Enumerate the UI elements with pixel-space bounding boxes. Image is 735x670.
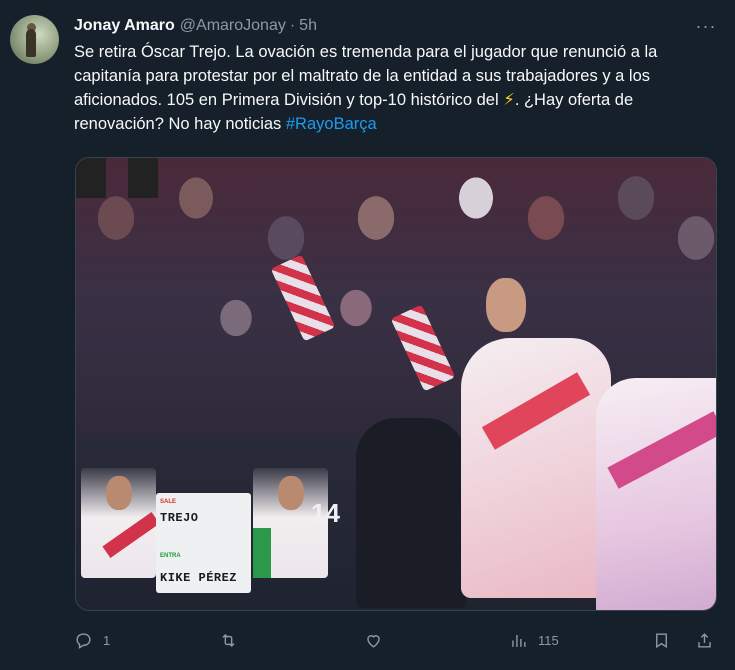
tv-graphic-right: [128, 158, 158, 198]
board-out-name: TREJO: [160, 511, 199, 525]
avatar[interactable]: [10, 15, 59, 64]
header-separator: ·: [289, 17, 296, 34]
views-count: 115: [538, 632, 559, 648]
tweet-actions: 1 115: [74, 627, 719, 653]
views-icon: [512, 634, 526, 647]
bookmark-button[interactable]: [652, 627, 671, 653]
share-button[interactable]: [695, 627, 714, 653]
reply-button[interactable]: 1: [74, 627, 110, 653]
player-card-out: [81, 468, 160, 578]
more-horizontal-icon: ···: [695, 15, 717, 36]
board-out-label: SALE: [160, 499, 177, 505]
board-in-label: ENTRA: [160, 553, 181, 559]
retweet-icon: [222, 633, 235, 647]
like-button[interactable]: [364, 627, 393, 653]
reply-icon: [76, 632, 91, 649]
views-button[interactable]: 115: [509, 627, 559, 653]
author-name[interactable]: Jonay Amaro: [74, 15, 175, 37]
board-in-name: KIKE PÉREZ: [160, 571, 238, 585]
tweet-text: Se retira Óscar Trejo. La ovación es tre…: [74, 40, 714, 136]
player-head: [486, 278, 526, 332]
author-handle[interactable]: @AmaroJonay: [180, 15, 286, 37]
player-main: [461, 338, 611, 598]
tweet-content: Jonay Amaro @AmaroJonay · 5h ··· Se reti…: [74, 15, 719, 136]
tv-graphic-left: [76, 158, 106, 198]
tweet-header: Jonay Amaro @AmaroJonay · 5h: [74, 15, 719, 37]
reply-count: 1: [103, 632, 111, 648]
bolt-emoji: ⚡: [503, 91, 515, 109]
tweet-time[interactable]: 5h: [299, 15, 317, 37]
player-right: [596, 378, 716, 610]
more-options-button[interactable]: ···: [695, 15, 717, 37]
bookmark-icon: [656, 632, 667, 648]
jersey-number: 14: [311, 498, 340, 528]
retweet-button[interactable]: [219, 627, 248, 653]
heart-icon: [367, 634, 380, 648]
staff-member: [356, 418, 466, 608]
share-icon: [698, 632, 711, 648]
tweet-media-image[interactable]: SALE TREJO ENTRA KIKE PÉREZ 14: [75, 157, 717, 611]
hashtag-link[interactable]: #RayoBarça: [286, 115, 377, 133]
tweet[interactable]: Jonay Amaro @AmaroJonay · 5h ··· Se reti…: [0, 0, 735, 670]
avatar-figure-body: [26, 29, 36, 57]
substitution-board: SALE TREJO ENTRA KIKE PÉREZ: [156, 493, 251, 593]
